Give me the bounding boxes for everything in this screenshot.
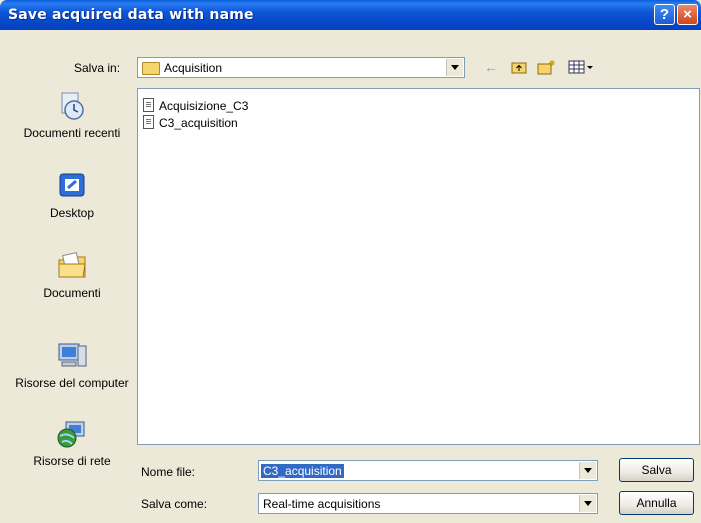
list-item[interactable]: Acquisizione_C3 — [143, 98, 248, 114]
my-computer-icon — [58, 343, 87, 367]
window-title: Save acquired data with name — [8, 7, 254, 23]
new-folder-icon — [537, 60, 555, 75]
documents-icon — [58, 252, 86, 278]
up-folder-button[interactable] — [510, 58, 528, 76]
place-label: Documenti recenti — [23, 126, 121, 140]
place-desktop[interactable]: Desktop — [7, 170, 137, 221]
text-file-icon — [143, 98, 154, 112]
file-name: Acquisizione_C3 — [159, 99, 249, 113]
chevron-down-icon[interactable] — [446, 59, 463, 76]
save-button[interactable]: Salva — [619, 458, 694, 482]
place-label: Risorse del computer — [15, 376, 129, 390]
save-in-label: Salva in: — [74, 61, 121, 75]
folder-icon — [142, 62, 160, 75]
network-icon — [57, 421, 85, 448]
back-button[interactable]: ← — [483, 58, 499, 76]
title-bar: Save acquired data with name ? × — [0, 0, 701, 30]
save-in-combo[interactable]: Acquisition — [137, 57, 465, 78]
save-dialog: Save acquired data with name ? × Salva i… — [0, 0, 701, 523]
text-file-icon — [143, 115, 154, 129]
filename-field[interactable]: C3_acquisition — [258, 460, 598, 481]
file-list[interactable]: Acquisizione_C3 C3_acquisition — [137, 88, 700, 445]
view-menu-button[interactable] — [566, 58, 596, 76]
filename-value: C3_acquisition — [261, 464, 344, 478]
place-label: Risorse di rete — [33, 454, 111, 468]
savetype-label: Salva come: — [141, 497, 208, 511]
desktop-icon — [59, 173, 85, 197]
close-button[interactable]: × — [677, 4, 698, 25]
savetype-select[interactable]: Real-time acquisitions — [258, 493, 598, 514]
up-folder-icon — [511, 62, 527, 74]
places-bar: Documenti recenti Desktop Documenti Riso… — [7, 88, 137, 498]
recent-documents-icon — [61, 92, 84, 120]
save-in-value: Acquisition — [164, 61, 223, 75]
place-label: Documenti — [43, 286, 101, 300]
file-name: C3_acquisition — [159, 116, 238, 130]
filename-label: Nome file: — [141, 465, 196, 479]
place-my-computer[interactable]: Risorse del computer — [7, 340, 137, 391]
cancel-button[interactable]: Annulla — [619, 491, 694, 515]
place-recent-documents[interactable]: Documenti recenti — [7, 90, 137, 141]
help-button[interactable]: ? — [654, 4, 675, 25]
back-arrow-icon: ← — [484, 59, 498, 75]
place-label: Desktop — [49, 206, 95, 220]
list-item[interactable]: C3_acquisition — [143, 115, 238, 131]
savetype-value: Real-time acquisitions — [263, 497, 381, 511]
chevron-down-icon[interactable] — [579, 462, 596, 479]
chevron-down-icon[interactable] — [579, 495, 596, 512]
place-documents[interactable]: Documenti — [7, 250, 137, 301]
new-folder-button[interactable] — [537, 58, 557, 76]
view-grid-icon — [568, 60, 593, 74]
place-network[interactable]: Risorse di rete — [7, 418, 137, 469]
